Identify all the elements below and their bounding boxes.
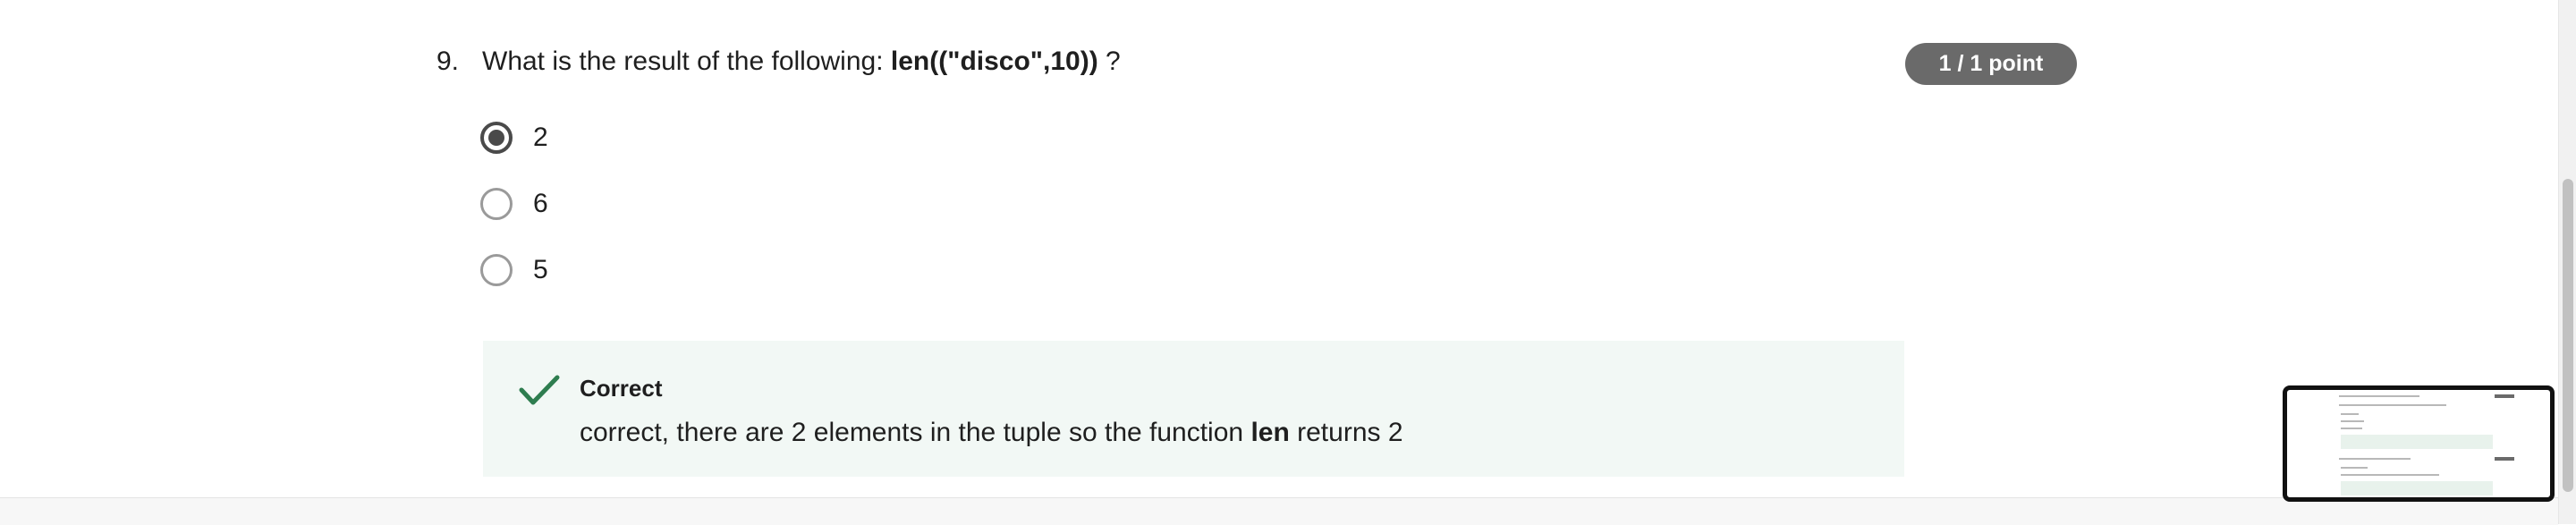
radio-button[interactable] <box>480 254 513 286</box>
answer-option-1[interactable]: 2 <box>480 119 548 157</box>
minimap-line <box>2341 428 2362 429</box>
points-badge: 1 / 1 point <box>1905 43 2077 85</box>
feedback-text-after: returns 2 <box>1289 418 1403 447</box>
minimap-line <box>2341 420 2364 422</box>
question-number: 9. <box>436 47 460 76</box>
feedback-keyword: len <box>1250 418 1290 447</box>
checkmark-icon <box>519 375 560 405</box>
bottom-bar <box>0 497 2558 525</box>
radio-button[interactable] <box>480 188 513 220</box>
answer-option-3[interactable]: 5 <box>480 251 548 289</box>
scrollbar-thumb[interactable] <box>2563 179 2573 492</box>
minimap-feedback <box>2341 435 2493 449</box>
option-label: 2 <box>533 123 548 152</box>
feedback-text: correct, there are 2 elements in the tup… <box>580 418 1403 448</box>
answer-option-2[interactable]: 6 <box>480 185 548 223</box>
scrollbar[interactable] <box>2558 0 2576 524</box>
minimap-badge <box>2495 394 2514 398</box>
minimap-line <box>2341 467 2368 469</box>
minimap-line <box>2341 413 2359 415</box>
question-text-after: ? <box>1097 47 1121 76</box>
minimap-feedback <box>2341 481 2493 495</box>
page-minimap[interactable] <box>2283 385 2555 502</box>
minimap-line <box>2341 474 2439 476</box>
option-label: 6 <box>533 189 548 218</box>
question-text-before: What is the result of the following: <box>482 47 891 76</box>
minimap-line <box>2339 458 2411 460</box>
feedback-text-before: correct, there are 2 elements in the tup… <box>580 418 1251 447</box>
question-code: len(("disco",10)) <box>890 47 1098 76</box>
minimap-badge <box>2495 457 2514 461</box>
question-text: What is the result of the following: len… <box>482 47 1121 77</box>
minimap-line <box>2339 395 2419 397</box>
minimap-line <box>2339 404 2446 406</box>
feedback-panel: Correct correct, there are 2 elements in… <box>483 341 1904 477</box>
radio-button-selected[interactable] <box>480 122 513 154</box>
option-label: 5 <box>533 255 548 284</box>
feedback-title: Correct <box>580 375 663 402</box>
